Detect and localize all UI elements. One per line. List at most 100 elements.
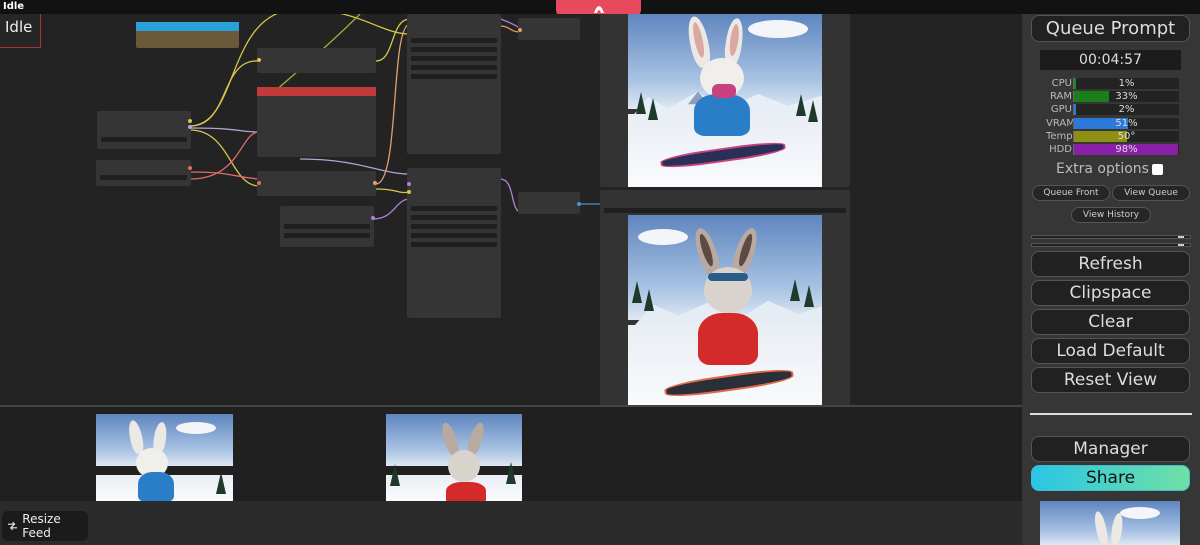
node-widget bbox=[411, 206, 497, 211]
input-port[interactable] bbox=[518, 28, 522, 32]
graph-node[interactable] bbox=[97, 111, 192, 149]
refresh-button[interactable]: Refresh bbox=[1031, 251, 1190, 277]
graph-node[interactable] bbox=[257, 87, 376, 157]
stat-value: 33% bbox=[1115, 91, 1138, 103]
node-widget bbox=[411, 224, 497, 229]
node-widget bbox=[411, 242, 497, 247]
feed-thumbnail[interactable] bbox=[96, 414, 233, 501]
graph-wires bbox=[189, 14, 604, 220]
node-graph-canvas[interactable]: Idle bbox=[0, 14, 1022, 405]
view-queue-button[interactable]: View Queue bbox=[1112, 185, 1190, 201]
stat-label: GPU bbox=[1050, 104, 1072, 116]
queue-timer: 00:04:57 bbox=[1040, 50, 1181, 70]
menu-preview-thumbnail[interactable] bbox=[1040, 501, 1180, 545]
queue-list-collapsed[interactable] bbox=[1031, 235, 1191, 239]
output-port[interactable] bbox=[188, 166, 192, 170]
slider-knob[interactable] bbox=[1178, 236, 1184, 238]
stat-label: Temp bbox=[1046, 130, 1073, 142]
stat-label: RAM bbox=[1049, 91, 1072, 103]
queue-front-button[interactable]: Queue Front bbox=[1032, 185, 1110, 201]
stat-value: 50° bbox=[1117, 130, 1136, 142]
resize-feed-label: Resize Feed bbox=[22, 512, 61, 540]
node-widget bbox=[411, 56, 497, 61]
node-widget bbox=[604, 208, 846, 213]
node-widget bbox=[411, 65, 497, 70]
clipspace-button[interactable]: Clipspace bbox=[1031, 280, 1190, 306]
input-port[interactable] bbox=[407, 190, 411, 194]
comfy-menu: Queue Prompt 00:04:57 CPU 1% RAM 33% GPU 2% VR… bbox=[1022, 14, 1200, 545]
app-root: Idle Idle Resize Feed Queue Prompt 00:04… bbox=[0, 0, 1200, 545]
stat-bar: 2% bbox=[1073, 104, 1179, 116]
stat-bar: 1% bbox=[1073, 78, 1179, 89]
stat-value: 98% bbox=[1115, 144, 1138, 155]
stat-cpu: CPU 1% bbox=[1046, 77, 1200, 90]
input-port[interactable] bbox=[257, 58, 261, 62]
stat-value: 51% bbox=[1115, 117, 1138, 129]
decode-node[interactable] bbox=[518, 18, 580, 40]
note-node[interactable] bbox=[136, 22, 239, 48]
node-widget bbox=[100, 175, 187, 180]
stat-bar: 98% bbox=[1073, 144, 1179, 155]
feed-toolbar: Resize Feed bbox=[0, 501, 1022, 545]
share-button[interactable]: Share bbox=[1031, 465, 1190, 491]
decode-node[interactable] bbox=[518, 192, 581, 214]
stat-vram: VRAM 51% bbox=[1046, 117, 1200, 130]
extra-options-label: Extra options bbox=[1056, 161, 1149, 177]
stat-ram: RAM 33% bbox=[1046, 90, 1200, 103]
slider-knob[interactable] bbox=[1178, 244, 1184, 246]
node-widget bbox=[284, 224, 370, 229]
node-widget bbox=[411, 215, 497, 220]
image-feed bbox=[0, 405, 1022, 501]
sampler-node[interactable] bbox=[407, 168, 501, 318]
node-header bbox=[136, 22, 239, 31]
extra-options-toggle[interactable]: Extra options bbox=[1056, 161, 1163, 177]
node-widget bbox=[284, 233, 370, 238]
stat-gpu: GPU 2% bbox=[1046, 103, 1200, 116]
comfy-logo-icon bbox=[593, 6, 604, 13]
load-default-button[interactable]: Load Default bbox=[1031, 338, 1190, 364]
graph-node[interactable] bbox=[257, 48, 376, 73]
input-port[interactable] bbox=[407, 182, 411, 186]
resize-icon bbox=[8, 521, 18, 531]
reset-view-button[interactable]: Reset View bbox=[1031, 367, 1190, 393]
stat-label: CPU bbox=[1051, 78, 1072, 89]
resize-feed-button[interactable]: Resize Feed bbox=[2, 511, 88, 541]
output-port[interactable] bbox=[371, 216, 375, 220]
feed-thumbnail[interactable] bbox=[386, 414, 522, 501]
generated-image-red-bunny[interactable] bbox=[628, 215, 822, 405]
stat-bar: 51% bbox=[1073, 117, 1179, 129]
input-port[interactable] bbox=[257, 181, 261, 185]
sampler-node[interactable] bbox=[407, 14, 501, 154]
node-widget bbox=[411, 38, 497, 43]
output-port[interactable] bbox=[188, 125, 192, 129]
stat-temp: Temp 50° bbox=[1046, 130, 1200, 143]
node-widget bbox=[411, 74, 497, 79]
stat-value: 2% bbox=[1118, 104, 1135, 116]
window-title: Idle bbox=[3, 1, 25, 12]
stat-bar: 50° bbox=[1073, 130, 1179, 142]
stat-value: 1% bbox=[1118, 78, 1135, 89]
queue-prompt-button[interactable]: Queue Prompt bbox=[1031, 15, 1190, 42]
stat-hdd: HDD 98% bbox=[1046, 143, 1200, 156]
node-widget bbox=[101, 137, 187, 142]
node-widget bbox=[411, 47, 497, 52]
graph-node[interactable] bbox=[280, 206, 375, 247]
output-port[interactable] bbox=[577, 202, 581, 206]
clear-button[interactable]: Clear bbox=[1031, 309, 1190, 335]
generated-image-blue-bunny[interactable] bbox=[628, 14, 822, 187]
stat-label: VRAM bbox=[1046, 117, 1075, 129]
graph-node[interactable] bbox=[96, 160, 192, 186]
output-port[interactable] bbox=[188, 119, 192, 123]
extra-options-checkbox[interactable] bbox=[1151, 163, 1163, 175]
history-list-collapsed[interactable] bbox=[1031, 243, 1191, 247]
menu-divider bbox=[1030, 413, 1192, 415]
view-history-button[interactable]: View History bbox=[1071, 207, 1151, 223]
status-badge: Idle bbox=[0, 14, 41, 48]
output-port[interactable] bbox=[373, 181, 377, 185]
graph-node[interactable] bbox=[257, 171, 377, 196]
manager-button[interactable]: Manager bbox=[1031, 436, 1190, 462]
stat-bar: 33% bbox=[1073, 91, 1179, 103]
stat-label: HDD bbox=[1049, 144, 1072, 155]
node-header bbox=[257, 87, 376, 96]
node-widget bbox=[411, 233, 497, 238]
